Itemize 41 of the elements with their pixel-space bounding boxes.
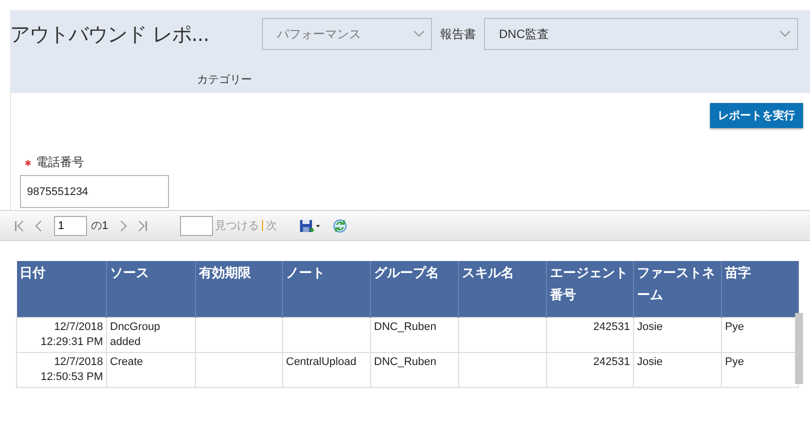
first-page-icon[interactable]: [14, 220, 24, 232]
column-header: 苗字: [722, 261, 798, 318]
category-label: カテゴリー: [197, 73, 252, 87]
scrollbar[interactable]: [795, 313, 803, 384]
report-label: 報告書: [440, 26, 476, 42]
save-icon[interactable]: [299, 218, 322, 234]
column-header: 有効期限: [196, 261, 282, 318]
category-dropdown[interactable]: パフォーマンス: [262, 18, 432, 50]
column-header: ファーストネーム: [634, 261, 722, 318]
column-header: グループ名: [370, 261, 458, 318]
table-cell: Create: [106, 352, 196, 388]
table-cell: 12/7/2018 12:29:31 PM: [16, 318, 106, 352]
phone-label: 電話番号: [36, 154, 84, 171]
column-header: スキル名: [458, 261, 546, 318]
table-cell: DncGroup added: [106, 318, 196, 352]
table-cell: 242531: [546, 352, 634, 388]
table-cell: Josie: [634, 352, 722, 388]
refresh-icon[interactable]: [333, 218, 348, 234]
table-cell: DNC_Ruben: [370, 318, 458, 352]
phone-input-field[interactable]: 9875551234: [20, 175, 169, 208]
column-header: エージェント番号: [546, 261, 634, 318]
next-page-icon[interactable]: [118, 220, 128, 232]
column-header: ソース: [106, 261, 196, 318]
last-page-icon[interactable]: [138, 220, 148, 232]
report-dropdown[interactable]: DNC監査: [484, 18, 798, 50]
table-cell: 242531: [546, 318, 634, 352]
chevron-down-icon: [779, 30, 791, 38]
table-cell: DNC_Ruben: [370, 352, 458, 388]
find-field[interactable]: [180, 216, 214, 236]
page-number-field[interactable]: 1: [54, 216, 87, 236]
table-cell: 12/7/2018 12:50:53 PM: [16, 352, 106, 388]
table-cell: CentralUpload: [282, 352, 370, 388]
chevron-down-icon: [413, 30, 425, 38]
column-header: ノート: [282, 261, 370, 318]
table-cell: Josie: [634, 318, 722, 352]
column-header: 日付: [16, 261, 106, 318]
report-title: アウトバウンド レポ...: [10, 20, 210, 48]
page-total: 1: [102, 220, 108, 232]
previous-page-icon[interactable]: [34, 220, 44, 232]
page-of-label: の: [91, 219, 102, 233]
run-report-button[interactable]: レポートを実行: [710, 103, 803, 128]
